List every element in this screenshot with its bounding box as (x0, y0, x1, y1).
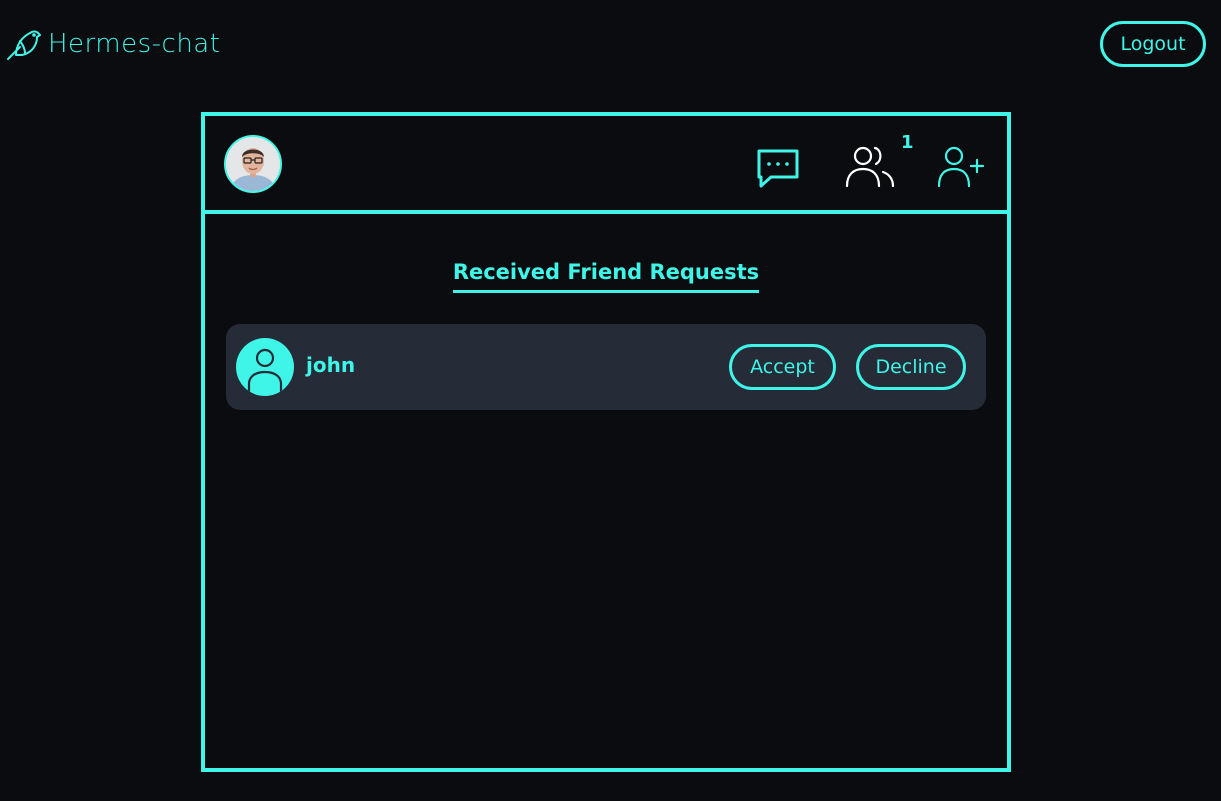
user-avatar[interactable] (224, 135, 282, 193)
section-title: Received Friend Requests (205, 260, 1007, 293)
main-panel: 1 Received Friend Requests john Accept D… (201, 112, 1011, 772)
decline-button[interactable]: Decline (856, 344, 966, 390)
friend-request-card: john Accept Decline (226, 324, 986, 410)
add-friend-icon[interactable] (935, 144, 989, 192)
friend-request-count-badge: 1 (901, 132, 914, 153)
requester-username: john (306, 353, 356, 377)
app-name: Hermes-chat (48, 29, 221, 59)
bird-logo-icon (6, 27, 42, 61)
logout-button[interactable]: Logout (1100, 21, 1206, 67)
panel-header: 1 (205, 116, 1007, 214)
accept-button[interactable]: Accept (729, 344, 836, 390)
default-avatar-icon (236, 338, 294, 396)
top-navbar: Hermes-chat Logout (0, 0, 1221, 88)
received-requests-title: Received Friend Requests (452, 260, 760, 293)
friends-icon[interactable] (843, 144, 897, 192)
chat-bubble-icon[interactable] (755, 147, 801, 193)
brand[interactable]: Hermes-chat (6, 24, 220, 64)
